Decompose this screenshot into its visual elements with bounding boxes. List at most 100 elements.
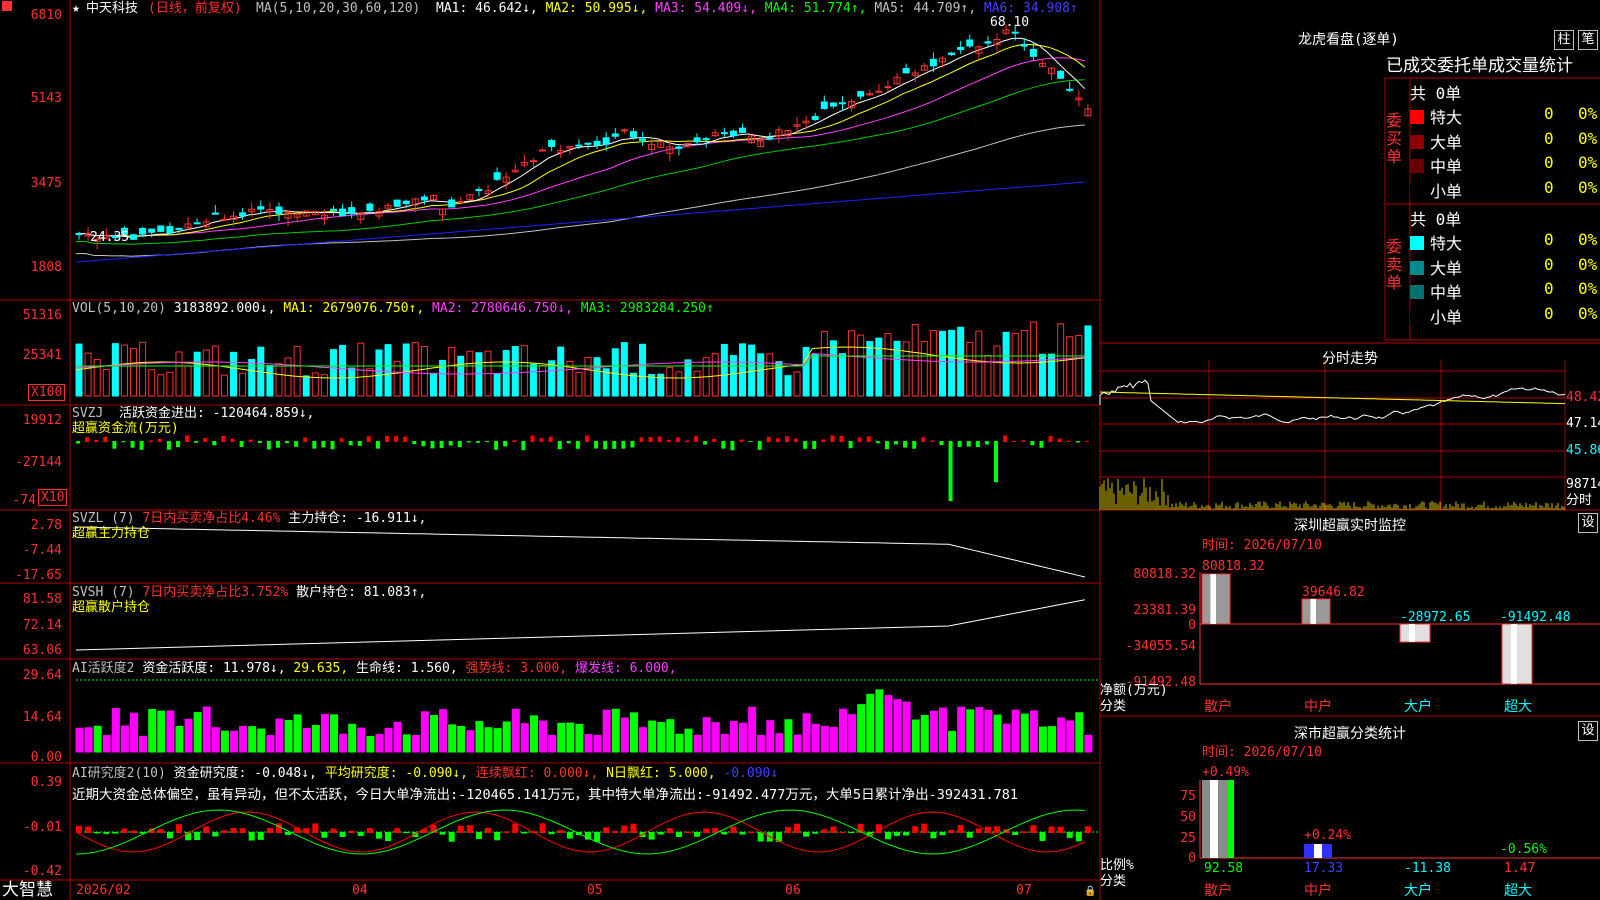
favorite-star-icon[interactable]: ★ <box>72 1 80 16</box>
svzj-bar <box>112 441 117 449</box>
color-swatch <box>1410 260 1424 275</box>
ai-active-bar <box>330 714 338 753</box>
volume-bar <box>348 367 356 397</box>
svzj-ytick: 19912 <box>22 413 62 428</box>
candle-body <box>211 212 219 215</box>
order-row-count: 0 <box>1544 104 1554 123</box>
sz-class-value: 17.33 <box>1304 861 1344 876</box>
tick-view-button[interactable]: 笔 <box>1578 30 1598 50</box>
svzj-bar <box>385 435 390 442</box>
svzj-bar <box>903 441 908 448</box>
color-swatch <box>1410 236 1424 250</box>
sz-class-cat: 散户 <box>1204 883 1232 899</box>
ai-active-bar <box>720 733 729 753</box>
volume-bar <box>993 345 1001 397</box>
sz-monitor-settings-button[interactable]: 设 <box>1578 513 1598 533</box>
ai-active-bar <box>875 689 884 753</box>
svzj-bar <box>775 438 780 442</box>
intraday-vol-unit: 分时 <box>1566 493 1593 508</box>
svzj-bar <box>439 441 444 448</box>
candle-body <box>193 222 201 225</box>
volume-bar <box>111 343 119 397</box>
svzj-bar <box>866 436 871 442</box>
sz-class-ytick: 75 <box>1180 789 1196 804</box>
sz-monitor-value: 39646.82 <box>1302 585 1365 600</box>
sz-class-settings-button[interactable]: 设 <box>1578 721 1598 741</box>
main-ytick: 6810 <box>30 8 62 23</box>
svzj-bar <box>712 438 717 442</box>
sz-monitor-ytick: 80818.32 <box>1133 567 1196 582</box>
ai-research-bar <box>130 830 137 833</box>
ai-research-bar <box>921 823 928 833</box>
candle-body <box>639 138 647 141</box>
chart-mode[interactable]: (日线，前复权) <box>148 1 242 16</box>
ai-active-bar <box>911 719 920 753</box>
volume-bar <box>193 351 201 397</box>
ai-active-bar <box>502 721 511 753</box>
svzj-bar <box>1048 436 1053 442</box>
ai-active-bar <box>75 727 84 753</box>
x-axis-label: 07 <box>1016 883 1032 898</box>
ai-research-bar <box>912 826 919 833</box>
ai-research-bar <box>466 825 473 833</box>
ai-active-bar <box>175 725 184 753</box>
svzj-bar <box>275 441 280 448</box>
order-row-percent: 0% <box>1578 128 1598 148</box>
ai-research-bar <box>948 830 955 833</box>
color-swatch <box>1410 285 1424 299</box>
svzj-bar <box>303 437 308 442</box>
ai-research-bar <box>239 828 246 833</box>
svzj-bar <box>803 441 808 449</box>
ai-research-bar <box>739 832 746 835</box>
ai-active-bar <box>593 734 602 753</box>
svzj-bar <box>85 437 90 442</box>
candle-body <box>984 41 992 44</box>
lock-icon[interactable]: 🔒 <box>1084 884 1096 899</box>
ai-research-bar <box>748 831 755 833</box>
svzj-header: SVZJ 活跃资金进出: -120464.859↓, <box>72 406 315 421</box>
candle-body <box>130 234 138 240</box>
volume-bar <box>1084 325 1092 397</box>
ai-active-bar <box>284 719 293 753</box>
svzj-bar <box>548 436 553 442</box>
candle-body <box>548 140 556 148</box>
bar-view-button[interactable]: 柱 <box>1554 30 1574 50</box>
volume-bar <box>975 330 983 397</box>
volume-bar <box>639 343 647 397</box>
volume-bar <box>220 374 228 397</box>
main-ytick: 1808 <box>30 260 62 275</box>
candle-body <box>402 200 410 205</box>
order-row-count: 0 <box>1544 128 1554 148</box>
candle-body <box>575 144 583 147</box>
ai-active-bar <box>848 714 857 753</box>
ai-active-bar <box>266 735 275 753</box>
volume-bar <box>393 360 401 397</box>
ai-active-bar <box>766 720 775 753</box>
ai-active-bar <box>711 722 720 753</box>
ai-active-bar <box>193 712 202 753</box>
sz-bar-zhonghu-hl <box>1310 599 1316 624</box>
ai-active-bar <box>702 717 711 753</box>
svzj-bar <box>594 441 599 449</box>
candle-body <box>584 142 592 145</box>
svzj-bar <box>684 440 689 442</box>
lhb-tabs[interactable]: 已成交委托单成交量统计 <box>1386 56 1573 76</box>
ai-research-bar <box>630 823 637 833</box>
ai-research-bar <box>939 832 946 836</box>
sz-monitor-value: -91492.48 <box>1500 610 1571 625</box>
volume-bar <box>520 345 528 397</box>
ai-active-bar <box>693 734 702 753</box>
candle-body <box>166 226 174 234</box>
volume-bar <box>411 342 419 397</box>
sell-total: 共 0单 <box>1410 210 1462 229</box>
ai-active-bar <box>393 721 402 753</box>
volume-bar <box>202 349 210 397</box>
volume-bar <box>130 348 138 397</box>
svzj-bar <box>539 438 544 442</box>
order-row-percent: 0% <box>1578 177 1598 197</box>
sz-class-value: -11.38 <box>1404 861 1451 876</box>
ai-active-bar <box>239 726 248 753</box>
svzj-bar <box>1066 440 1071 442</box>
ai-research-bar <box>894 832 901 836</box>
ai-active-bar <box>184 718 193 753</box>
